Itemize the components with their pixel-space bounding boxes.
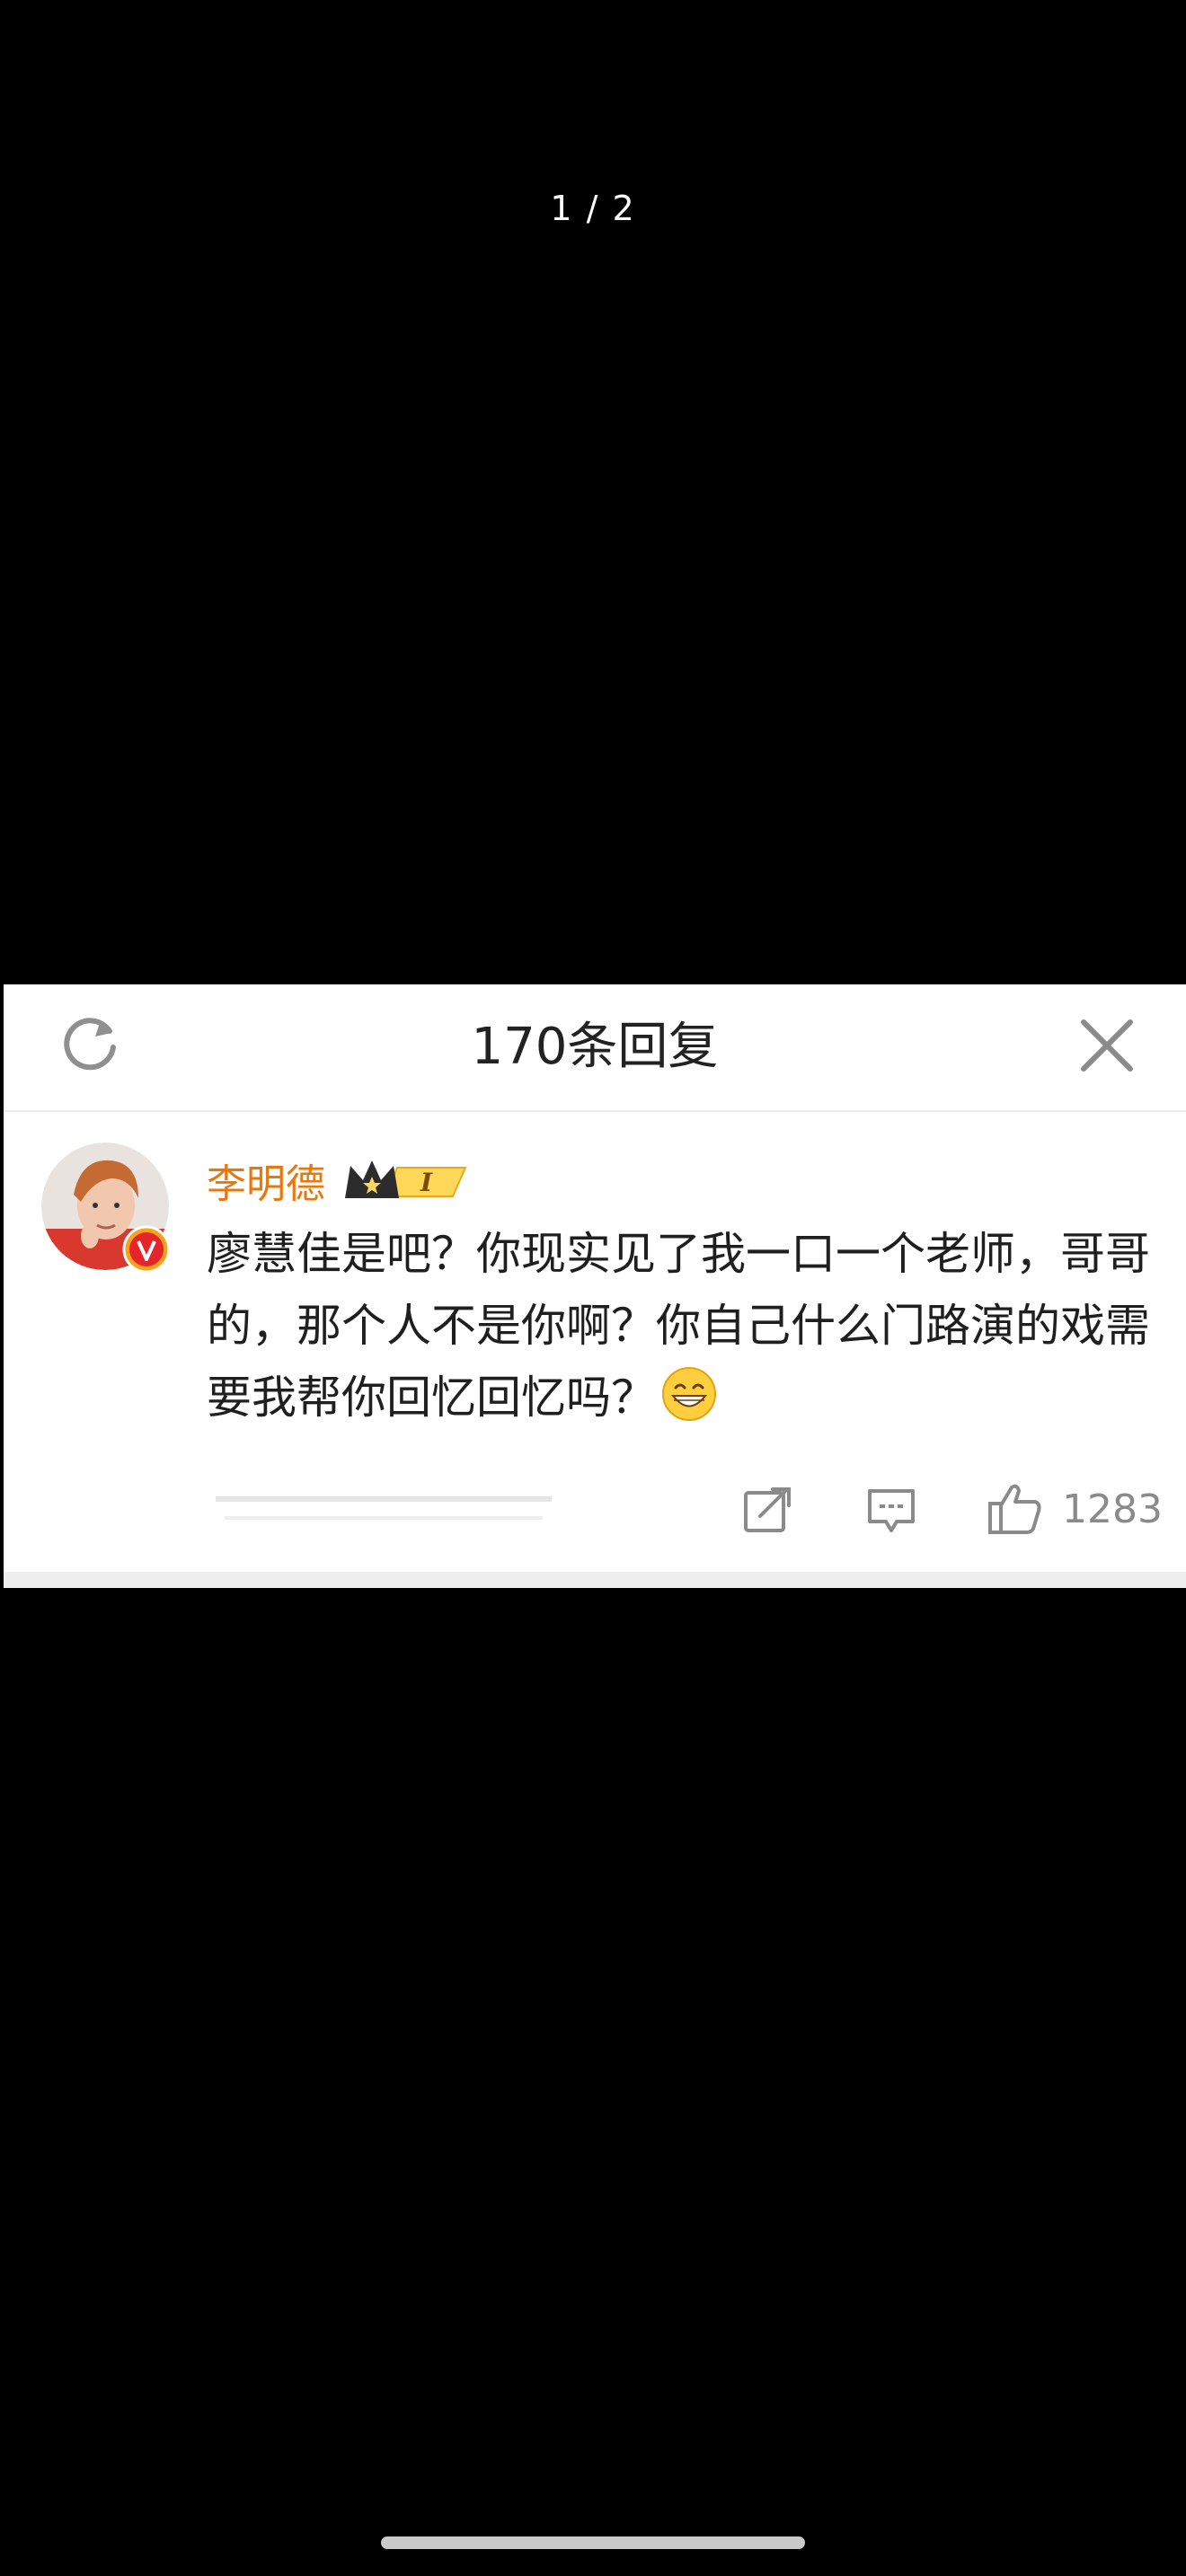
like-count: 1283 <box>1062 1486 1163 1532</box>
comment-icon[interactable] <box>864 1484 918 1538</box>
grin-emoji <box>662 1367 716 1421</box>
close-icon[interactable] <box>1073 1011 1141 1080</box>
username[interactable]: 李明德 <box>207 1151 325 1209</box>
image-viewer: 1 / 2 170条回复 李明德 I 廖慧佳是吧？你现实见了我一口一个老师，哥哥… <box>0 0 1186 2576</box>
reply-count-title: 170条回复 <box>471 1018 719 1076</box>
reply-card-header: 170条回复 <box>4 984 1186 1112</box>
crown-level-badge: I <box>345 1160 467 1198</box>
comment-item: 李明德 I 廖慧佳是吧？你现实见了我一口一个老师，哥哥的，那个人不是你啊？你自己… <box>4 1112 1186 1570</box>
reply-card: 170条回复 李明德 I 廖慧佳是吧？你现实见了我一口一个老师，哥哥的，那个人不… <box>4 984 1186 1588</box>
share-icon[interactable] <box>740 1484 794 1538</box>
username-row: 李明德 I <box>207 1144 471 1216</box>
card-divider <box>4 1572 1186 1588</box>
like-button[interactable]: 1283 <box>987 1477 1163 1541</box>
comment-text: 廖慧佳是吧？你现实见了我一口一个老师，哥哥的，那个人不是你啊？你自己什么门路演的… <box>207 1218 1150 1434</box>
blurred-timestamp <box>216 1496 552 1520</box>
thumbs-up-icon <box>988 1484 1041 1534</box>
page-indicator: 1 / 2 <box>550 189 636 228</box>
home-indicator[interactable] <box>381 2536 805 2549</box>
svg-text:I: I <box>420 1168 433 1197</box>
verified-badge <box>122 1225 171 1274</box>
avatar[interactable] <box>41 1142 171 1274</box>
